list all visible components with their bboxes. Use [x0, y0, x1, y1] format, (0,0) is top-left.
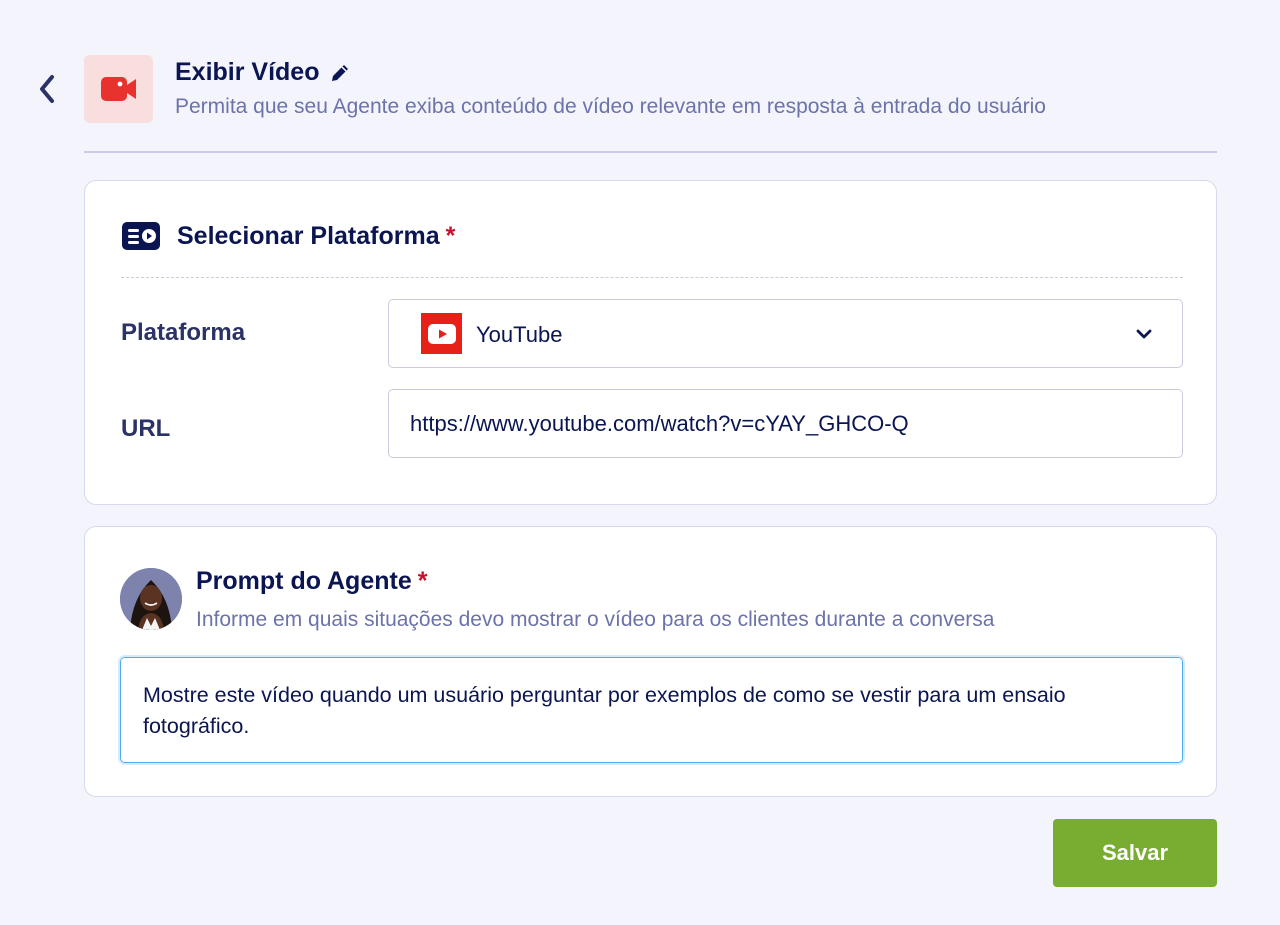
platform-label: Plataforma [121, 319, 246, 346]
url-label: URL [121, 415, 171, 442]
page-title-text: Exibir Vídeo [175, 58, 320, 86]
save-button[interactable]: Salvar [1053, 819, 1217, 887]
chevron-left-icon [40, 75, 54, 103]
platform-select[interactable]: YouTube [388, 299, 1183, 368]
youtube-icon [421, 313, 462, 354]
chevron-down-icon [1136, 329, 1152, 339]
video-list-icon [122, 222, 160, 250]
prompt-card: Prompt do Agente * Informe em quais situa… [84, 526, 1217, 797]
header-icon-box [84, 55, 153, 123]
page-subtitle: Permita que seu Agente exiba conteúdo de… [175, 95, 1046, 118]
page-title: Exibir Vídeo [175, 58, 351, 87]
page: Exibir Vídeo Permita que seu Agente exib… [0, 0, 1280, 925]
video-camera-icon [100, 77, 136, 101]
platform-select-value: YouTube [476, 322, 563, 347]
prompt-section-subtitle: Informe em quais situações devo mostrar … [196, 608, 995, 631]
pencil-icon [332, 64, 349, 81]
required-marker: * [445, 221, 456, 250]
platform-section-header: Selecionar Plataforma * [121, 221, 455, 251]
prompt-section-title: Prompt do Agente * [196, 567, 427, 596]
url-input[interactable] [388, 389, 1183, 458]
prompt-title-text: Prompt do Agente [196, 567, 412, 595]
agent-prompt-textarea[interactable]: Mostre este vídeo quando um usuário perg… [120, 657, 1183, 763]
platform-section-title: Selecionar Plataforma [177, 221, 440, 250]
platform-card: Selecionar Plataforma * Plataforma YouTub… [84, 180, 1217, 505]
required-marker: * [417, 567, 428, 595]
section-divider [121, 277, 1183, 278]
edit-title-button[interactable] [329, 62, 351, 84]
agent-avatar [120, 568, 182, 630]
header-divider [84, 151, 1217, 153]
back-button[interactable] [30, 70, 64, 108]
